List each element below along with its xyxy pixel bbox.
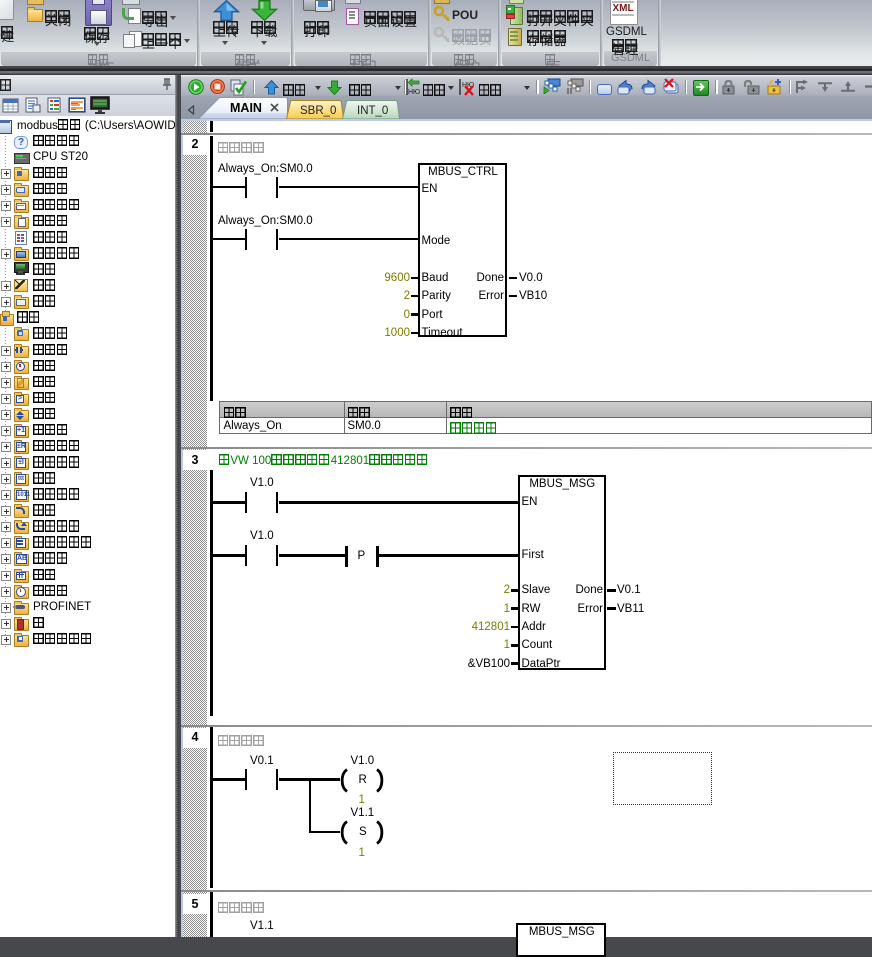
svg-text:HЮ: HЮ bbox=[408, 89, 420, 96]
svg-text:INT_0: INT_0 bbox=[357, 105, 388, 117]
svg-text:MAIN: MAIN bbox=[230, 101, 262, 115]
svg-text:SBR_0: SBR_0 bbox=[300, 105, 336, 117]
